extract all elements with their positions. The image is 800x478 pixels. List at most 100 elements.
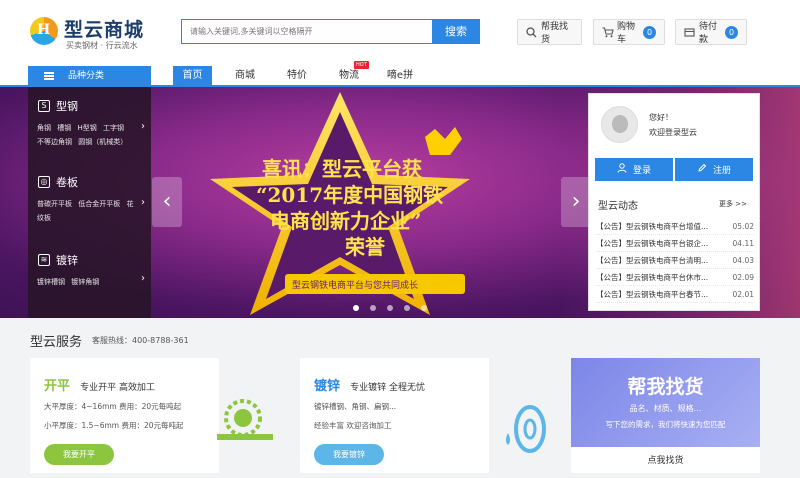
category-link[interactable]: 低合金开平板	[78, 200, 120, 208]
service-hotline: 客服热线：400-8788-361	[92, 336, 189, 345]
banner-headline-4: 荣誉	[345, 235, 385, 259]
help-find-button[interactable]: 帮我找货	[517, 19, 582, 45]
pending-label: 待付款	[699, 22, 718, 45]
news-more-link[interactable]: 更多 >>	[719, 199, 747, 209]
find-goods-banner: 帮我找货 品名、材质、规格... 写下您的需求，我们将快速为您匹配	[571, 358, 760, 447]
category-title: ≋ 镀锌	[38, 252, 78, 268]
find-goods-link[interactable]: 点我找货	[571, 453, 760, 466]
user-icon	[617, 163, 627, 176]
nav-special[interactable]: 特价	[280, 66, 314, 86]
news-list: 【公告】型云钢铁电商平台增值... 05.02 【公告】型云钢铁电商平台银企...…	[596, 218, 754, 303]
banner-headline-1: 喜讯：型云平台获	[262, 157, 422, 181]
kaiping-name: 开平	[44, 379, 71, 394]
duxin-button[interactable]: 我要镀锌	[314, 444, 384, 465]
news-title: 【公告】型云钢铁电商平台清明...	[596, 256, 709, 265]
logo-tagline: 买卖钢材 · 行云流水	[66, 41, 138, 50]
category-link[interactable]: 工字钢	[103, 124, 124, 132]
duxin-line1: 镀锌槽钢、角钢、扁钢...	[314, 402, 397, 411]
chevron-right-icon: ›	[141, 197, 145, 208]
duxin-card: 镀锌 专业镀锌 全程无忧 镀锌槽钢、角钢、扁钢... 经验丰富 欢迎咨询加工 我…	[300, 358, 546, 473]
greeting-text: 您好！	[649, 113, 673, 122]
register-button[interactable]: 注册	[675, 158, 753, 181]
category-links: 角钢 槽钢 H型钢 工字钢 不等边角钢 圆钢（机械类）	[37, 121, 137, 149]
category-title-text: 型钢	[56, 100, 78, 113]
cart-label: 购物车	[617, 22, 636, 45]
hot-badge: HOT	[354, 61, 369, 69]
news-item[interactable]: 【公告】型云钢铁电商平台增值... 05.02	[596, 218, 754, 235]
banner-ribbon: 型云钢铁电商平台与您共同成长	[292, 281, 419, 291]
avatar	[601, 106, 638, 143]
category-title-text: 卷板	[56, 176, 78, 189]
news-title: 【公告】型云钢铁电商平台增值...	[596, 222, 709, 231]
news-item[interactable]: 【公告】型云钢铁电商平台银企... 04.11	[596, 235, 754, 252]
find-title: 帮我找货	[627, 376, 704, 398]
coil-icon: ◎	[38, 176, 50, 188]
find-goods-card[interactable]: 帮我找货 品名、材质、规格... 写下您的需求，我们将快速为您匹配 点我找货	[571, 358, 760, 473]
news-title: 【公告】型云钢铁电商平台春节...	[596, 290, 709, 299]
edit-icon	[697, 163, 707, 176]
search-bar: 搜索	[181, 19, 480, 44]
nav-logistics[interactable]: 物流	[332, 66, 366, 86]
category-link[interactable]: H型钢	[77, 124, 96, 132]
kaiping-line2: 小平厚度：1.5~6mm 费用：20元每吨起	[44, 421, 184, 430]
login-panel: 您好！ 欢迎登录型云 登录 注册 型云动态 更多 >> 【公告】型云钢铁电商平台…	[588, 93, 760, 311]
banner-dot-3[interactable]	[387, 305, 393, 311]
category-link[interactable]: 镀锌槽钢	[37, 278, 65, 286]
category-menu-toggle[interactable]: 品种分类	[28, 66, 151, 87]
banner-dot-4[interactable]	[404, 305, 410, 311]
menu-icon	[44, 72, 54, 80]
category-title: S 型钢	[38, 98, 78, 114]
news-date: 02.09	[732, 273, 754, 282]
category-link[interactable]: 槽钢	[57, 124, 71, 132]
duxin-title: 镀锌 专业镀锌 全程无忧	[314, 375, 425, 394]
help-find-label: 帮我找货	[541, 22, 569, 45]
login-button[interactable]: 登录	[595, 158, 673, 181]
news-date: 05.02	[732, 222, 754, 231]
news-date: 04.03	[732, 256, 754, 265]
news-section-title: 型云动态	[598, 201, 638, 212]
kaiping-title: 开平 专业开平 高效加工	[44, 375, 155, 394]
cart-button[interactable]: 购物车 0	[593, 19, 665, 45]
news-title: 【公告】型云钢铁电商平台银企...	[596, 239, 709, 248]
news-date: 02.01	[732, 290, 754, 299]
banner-headline-3: 电商创新力企业”	[270, 209, 422, 233]
banner-next-arrow[interactable]: ›	[561, 177, 591, 227]
search-input[interactable]	[182, 20, 432, 43]
nav-mall[interactable]: 商城	[228, 66, 262, 86]
kaiping-button[interactable]: 我要开平	[44, 444, 114, 465]
news-date: 04.11	[732, 239, 754, 248]
news-item[interactable]: 【公告】型云钢铁电商平台春节... 02.01	[596, 286, 754, 303]
category-link[interactable]: 普碳开平板	[37, 200, 72, 208]
banner-dot-1[interactable]	[353, 305, 359, 311]
nav-home[interactable]: 首页	[173, 66, 212, 86]
saw-blade-icon	[217, 399, 273, 440]
category-link[interactable]: 不等边角钢	[37, 138, 72, 146]
coil-roll-icon	[506, 405, 546, 453]
duxin-slogan: 专业镀锌 全程无忧	[350, 383, 426, 393]
banner-dot-5[interactable]	[421, 305, 427, 311]
banner-dot-2[interactable]	[370, 305, 376, 311]
chevron-right-icon: ›	[141, 121, 145, 132]
pending-payment-button[interactable]: 待付款 0	[675, 19, 747, 45]
duxin-name: 镀锌	[314, 379, 341, 394]
logo-title[interactable]: 型云商城	[64, 15, 144, 42]
find-line1: 品名、材质、规格...	[629, 404, 702, 413]
news-item[interactable]: 【公告】型云钢铁电商平台休市... 02.09	[596, 269, 754, 286]
category-link[interactable]: 角钢	[37, 124, 51, 132]
category-links: 普碳开平板 低合金开平板 花纹板	[37, 197, 137, 225]
section-steel-icon: S	[38, 100, 50, 112]
find-line2: 写下您的需求，我们将快速为您匹配	[605, 420, 726, 429]
welcome-text: 欢迎登录型云	[649, 128, 697, 137]
duxin-line2: 经验丰富 欢迎咨询加工	[314, 421, 392, 430]
nav-group-buy[interactable]: 嘀e拼	[382, 66, 418, 86]
category-label: 品种分类	[68, 71, 105, 81]
galvanized-icon: ≋	[38, 254, 50, 266]
search-button[interactable]: 搜索	[432, 19, 480, 44]
news-item[interactable]: 【公告】型云钢铁电商平台清明... 04.03	[596, 252, 754, 269]
logo-icon[interactable]: H	[30, 17, 58, 45]
banner-headline-2: “2017年度中国钢铁	[256, 183, 444, 207]
category-link[interactable]: 圆钢（机械类）	[78, 138, 127, 146]
category-title-text: 镀锌	[56, 254, 78, 267]
category-link[interactable]: 镀锌角钢	[71, 278, 99, 286]
banner-prev-arrow[interactable]: ‹	[152, 177, 182, 227]
